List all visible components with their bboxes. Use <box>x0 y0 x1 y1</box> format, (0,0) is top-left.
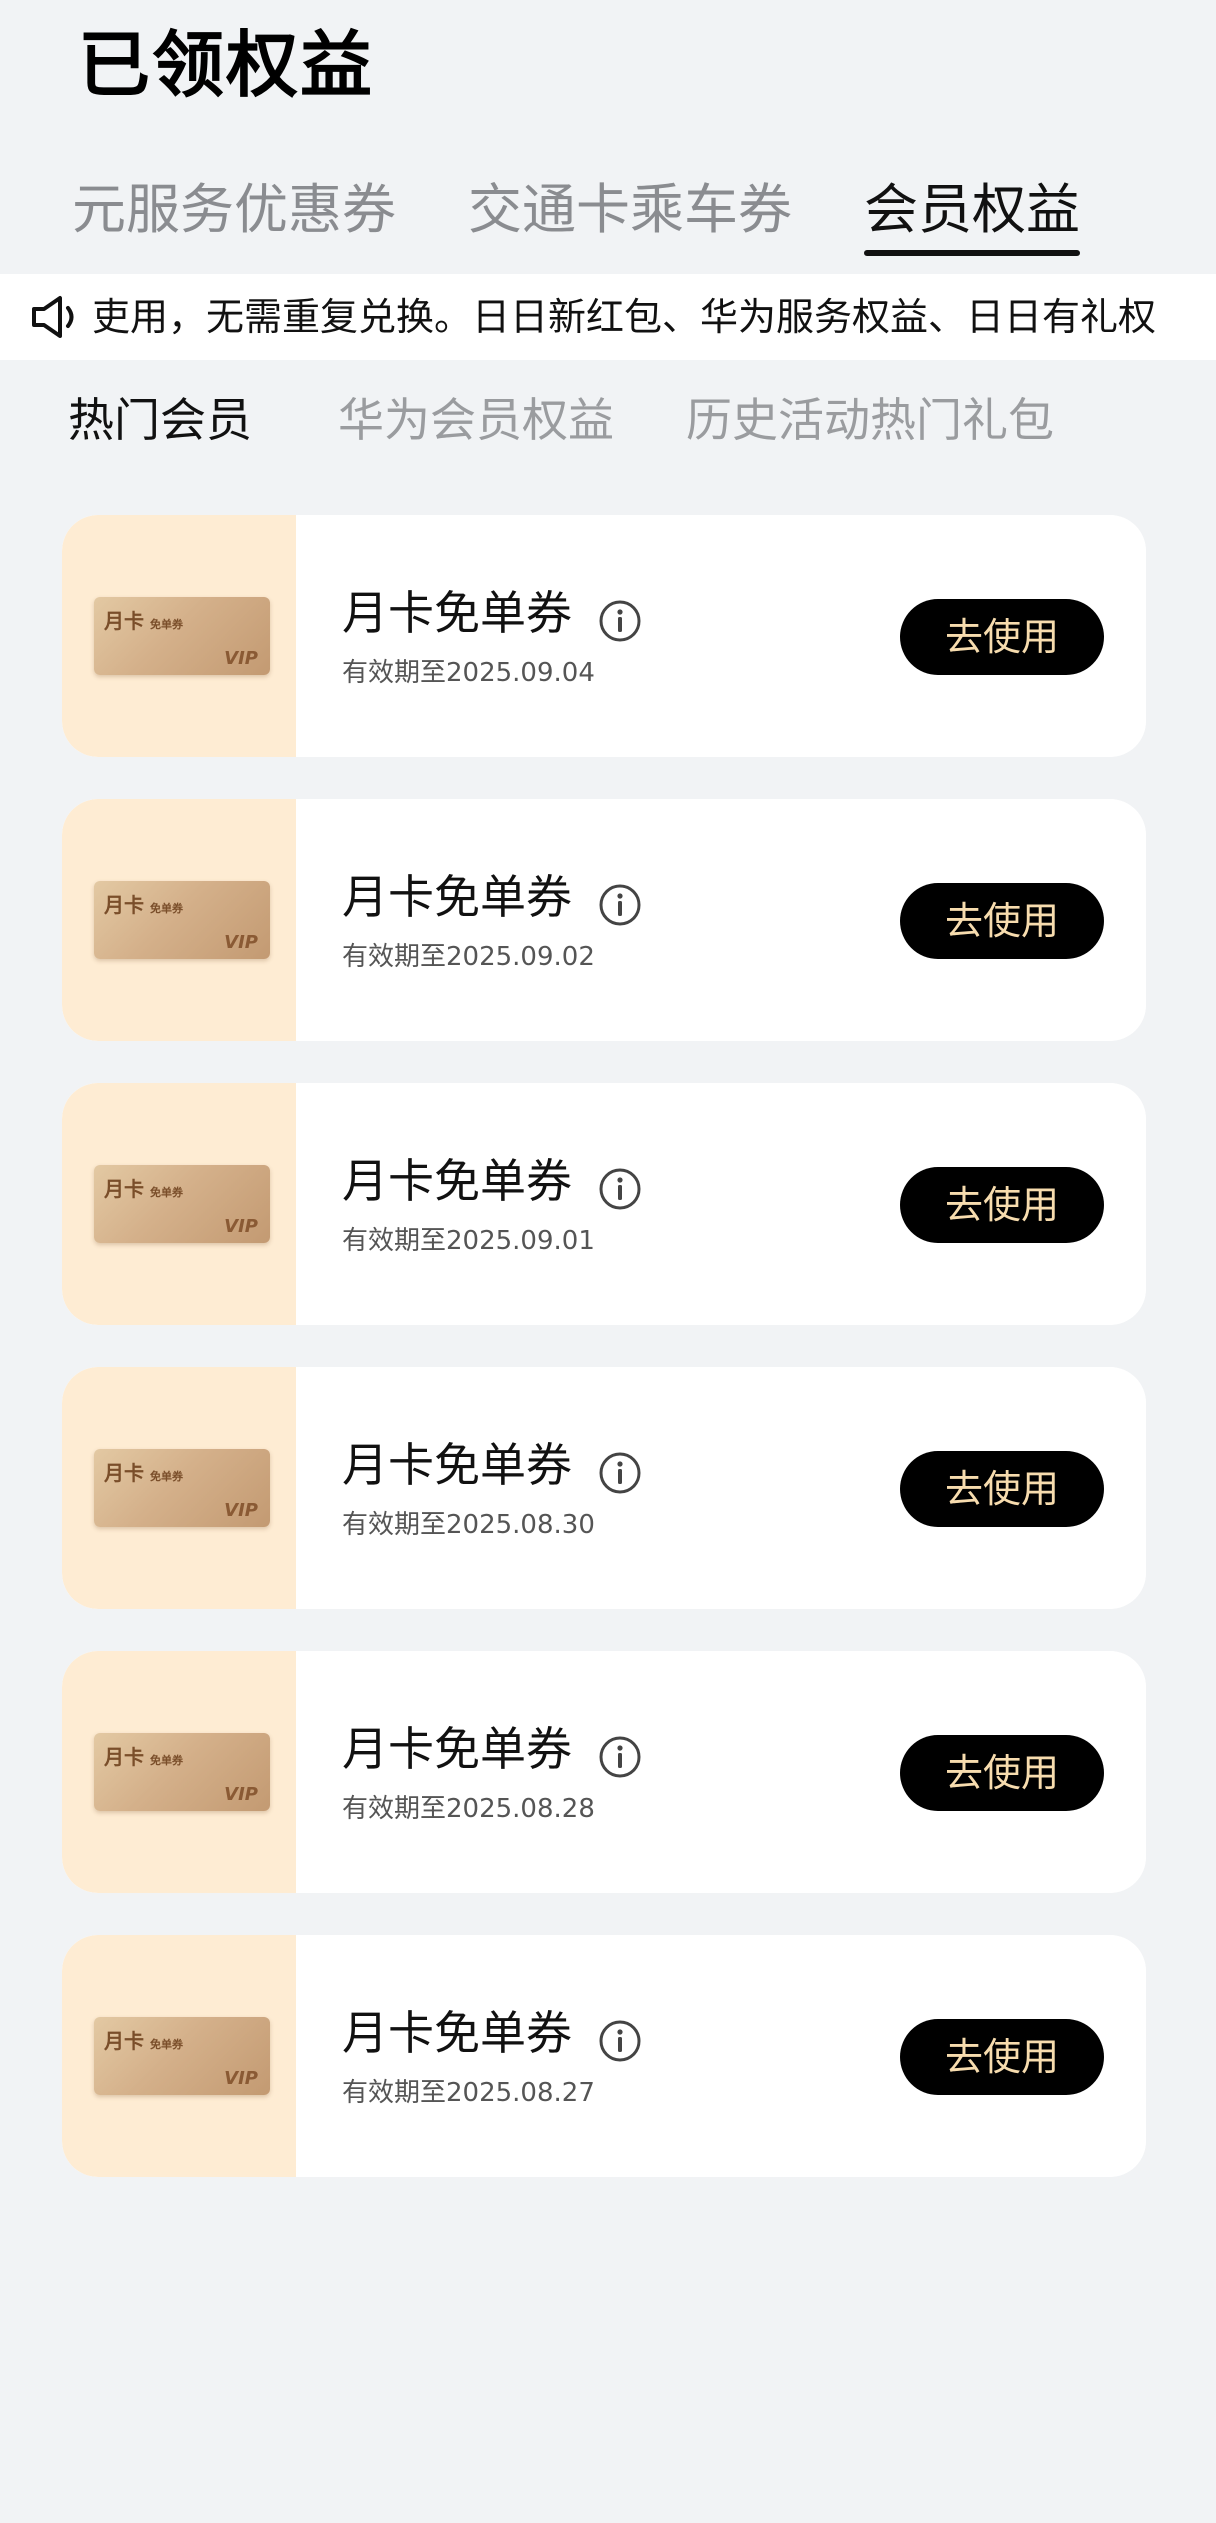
use-button[interactable]: 去使用 <box>900 1735 1104 1811</box>
page-title: 已领权益 <box>78 23 375 107</box>
thumb-label: 月卡 <box>104 609 144 633</box>
vip-badge: VIP <box>224 2068 258 2089</box>
vip-card-image: 月卡 免单券 VIP <box>94 881 270 959</box>
thumb-sub: 免单券 <box>150 1186 183 1199</box>
vip-badge: VIP <box>224 1500 258 1521</box>
coupon-body: 月卡免单券有效期至2025.08.27 去使用 <box>296 1935 1146 2177</box>
vip-card-image: 月卡 免单券 VIP <box>94 1449 270 1527</box>
coupon-thumbnail: 月卡 免单券 VIP <box>62 1651 296 1893</box>
info-icon[interactable] <box>598 1735 642 1779</box>
use-button[interactable]: 去使用 <box>900 1167 1104 1243</box>
vip-badge: VIP <box>224 1784 258 1805</box>
thumb-sub: 免单券 <box>150 1754 183 1767</box>
coupon-expiry: 有效期至2025.09.02 <box>342 942 595 972</box>
notice-text: 吏用，无需重复兑换。日日新红包、华为服务权益、日日有礼权 <box>92 295 1157 339</box>
info-icon[interactable] <box>598 1451 642 1495</box>
coupon-expiry: 有效期至2025.08.27 <box>342 2078 595 2108</box>
subtab-history-gift-packs[interactable]: 历史活动热门礼包 <box>686 380 1054 460</box>
thumb-label: 月卡 <box>104 1177 144 1201</box>
coupon-expiry: 有效期至2025.09.01 <box>342 1226 595 1256</box>
use-button[interactable]: 去使用 <box>900 1451 1104 1527</box>
thumb-sub: 免单券 <box>150 1470 183 1483</box>
coupon-title: 月卡免单券 <box>342 870 572 924</box>
coupon-title: 月卡免单券 <box>342 586 572 640</box>
speaker-icon <box>32 296 74 338</box>
thumb-label: 月卡 <box>104 1461 144 1485</box>
thumb-label: 月卡 <box>104 2029 144 2053</box>
coupon-card[interactable]: 月卡 免单券 VIP 月卡免单券有效期至2025.08.28 去使用 <box>62 1651 1146 1893</box>
coupon-thumbnail: 月卡 免单券 VIP <box>62 1367 296 1609</box>
use-button[interactable]: 去使用 <box>900 2019 1104 2095</box>
vip-badge: VIP <box>224 1216 258 1237</box>
coupon-title: 月卡免单券 <box>342 1154 572 1208</box>
coupon-body: 月卡免单券有效期至2025.08.30 去使用 <box>296 1367 1146 1609</box>
vip-card-image: 月卡 免单券 VIP <box>94 2017 270 2095</box>
sub-tabs: 热门会员 华为会员权益 历史活动热门礼包 <box>68 380 1216 460</box>
coupon-body: 月卡免单券有效期至2025.09.01 去使用 <box>296 1083 1146 1325</box>
coupon-body: 月卡免单券有效期至2025.08.28 去使用 <box>296 1651 1146 1893</box>
coupon-card[interactable]: 月卡 免单券 VIP 月卡免单券有效期至2025.09.04 去使用 <box>62 515 1146 757</box>
thumb-sub: 免单券 <box>150 902 183 915</box>
coupon-expiry: 有效期至2025.08.28 <box>342 1794 595 1824</box>
vip-card-image: 月卡 免单券 VIP <box>94 1165 270 1243</box>
thumb-sub: 免单券 <box>150 2038 183 2051</box>
coupon-thumbnail: 月卡 免单券 VIP <box>62 1935 296 2177</box>
use-button[interactable]: 去使用 <box>900 599 1104 675</box>
coupon-thumbnail: 月卡 免单券 VIP <box>62 515 296 757</box>
coupon-thumbnail: 月卡 免单券 VIP <box>62 1083 296 1325</box>
coupon-card[interactable]: 月卡 免单券 VIP 月卡免单券有效期至2025.08.30 去使用 <box>62 1367 1146 1609</box>
subtab-popular-membership[interactable]: 热门会员 <box>68 380 252 460</box>
coupon-card[interactable]: 月卡 免单券 VIP 月卡免单券有效期至2025.09.01 去使用 <box>62 1083 1146 1325</box>
top-tabs: 元服务优惠券 交通卡乘车券 会员权益 <box>72 170 1216 260</box>
subtab-huawei-member-benefits[interactable]: 华为会员权益 <box>338 380 614 460</box>
coupon-body: 月卡免单券有效期至2025.09.02 去使用 <box>296 799 1146 1041</box>
coupon-expiry: 有效期至2025.08.30 <box>342 1510 595 1540</box>
info-icon[interactable] <box>598 599 642 643</box>
coupon-title: 月卡免单券 <box>342 2006 572 2060</box>
thumb-label: 月卡 <box>104 893 144 917</box>
tab-member-benefits[interactable]: 会员权益 <box>864 170 1080 256</box>
use-button[interactable]: 去使用 <box>900 883 1104 959</box>
notice-bar: 吏用，无需重复兑换。日日新红包、华为服务权益、日日有礼权 <box>0 274 1216 360</box>
vip-badge: VIP <box>224 932 258 953</box>
coupon-thumbnail: 月卡 免单券 VIP <box>62 799 296 1041</box>
tab-transit-coupons[interactable]: 交通卡乘车券 <box>468 170 792 250</box>
coupon-body: 月卡免单券有效期至2025.09.04 去使用 <box>296 515 1146 757</box>
thumb-sub: 免单券 <box>150 618 183 631</box>
vip-card-image: 月卡 免单券 VIP <box>94 1733 270 1811</box>
coupon-expiry: 有效期至2025.09.04 <box>342 658 595 688</box>
coupon-card[interactable]: 月卡 免单券 VIP 月卡免单券有效期至2025.08.27 去使用 <box>62 1935 1146 2177</box>
tab-service-coupons[interactable]: 元服务优惠券 <box>72 170 396 250</box>
info-icon[interactable] <box>598 2019 642 2063</box>
vip-card-image: 月卡 免单券 VIP <box>94 597 270 675</box>
coupon-title: 月卡免单券 <box>342 1722 572 1776</box>
vip-badge: VIP <box>224 648 258 669</box>
info-icon[interactable] <box>598 883 642 927</box>
info-icon[interactable] <box>598 1167 642 1211</box>
coupon-card[interactable]: 月卡 免单券 VIP 月卡免单券有效期至2025.09.02 去使用 <box>62 799 1146 1041</box>
coupon-title: 月卡免单券 <box>342 1438 572 1492</box>
thumb-label: 月卡 <box>104 1745 144 1769</box>
